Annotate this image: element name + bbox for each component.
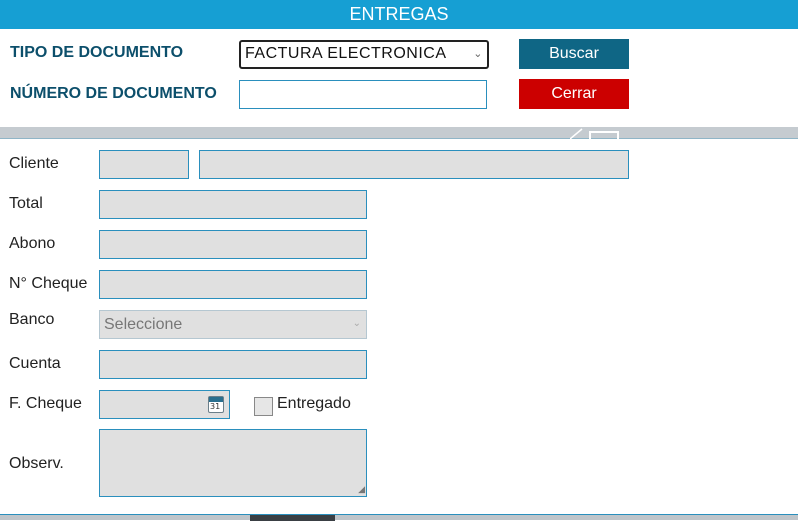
entregado-label: Entregado: [277, 395, 351, 412]
entregado-checkbox[interactable]: [254, 397, 273, 416]
divider-decoration: [570, 128, 619, 139]
doc-number-label: NÚMERO DE DOCUMENTO: [10, 85, 217, 102]
cliente-code-input[interactable]: [99, 150, 189, 179]
chevron-down-icon: ⌄: [473, 48, 483, 60]
banco-select[interactable]: Seleccione ⌄: [99, 310, 367, 339]
buscar-button[interactable]: Buscar: [519, 39, 629, 69]
calendar-icon-day: 31: [210, 402, 221, 411]
doc-type-value: FACTURA ELECTRONICA: [245, 45, 447, 62]
cuenta-label: Cuenta: [9, 355, 61, 372]
total-input[interactable]: [99, 190, 367, 219]
page-title-text: ENTREGAS: [349, 4, 449, 24]
observ-label: Observ.: [9, 455, 64, 472]
cerrar-button-label: Cerrar: [551, 85, 597, 102]
cerrar-button[interactable]: Cerrar: [519, 79, 629, 109]
cheque-label: N° Cheque: [9, 275, 88, 292]
banco-select-value: Seleccione: [104, 316, 183, 333]
fcheque-date-input[interactable]: 31: [99, 390, 230, 419]
section-divider: [0, 127, 798, 139]
bottom-bar-shadow: [250, 515, 335, 521]
chevron-down-icon: ⌄: [352, 318, 361, 329]
bottom-bar: [0, 514, 798, 521]
cheque-input[interactable]: [99, 270, 367, 299]
cliente-label: Cliente: [9, 155, 59, 172]
doc-number-input[interactable]: [239, 80, 487, 109]
doc-type-label: TIPO DE DOCUMENTO: [10, 44, 184, 61]
cliente-name-input[interactable]: [199, 150, 629, 179]
total-label: Total: [9, 195, 43, 212]
calendar-icon[interactable]: 31: [208, 396, 224, 413]
observ-textarea[interactable]: ◢: [99, 429, 367, 497]
buscar-button-label: Buscar: [549, 45, 599, 62]
cuenta-input[interactable]: [99, 350, 367, 379]
abono-input[interactable]: [99, 230, 367, 259]
resize-grip-icon[interactable]: ◢: [358, 484, 365, 495]
page-title: ENTREGAS: [0, 0, 798, 29]
fcheque-label: F. Cheque: [9, 395, 82, 412]
abono-label: Abono: [9, 235, 56, 252]
doc-type-select[interactable]: FACTURA ELECTRONICA ⌄: [239, 40, 489, 69]
banco-label: Banco: [9, 311, 55, 328]
